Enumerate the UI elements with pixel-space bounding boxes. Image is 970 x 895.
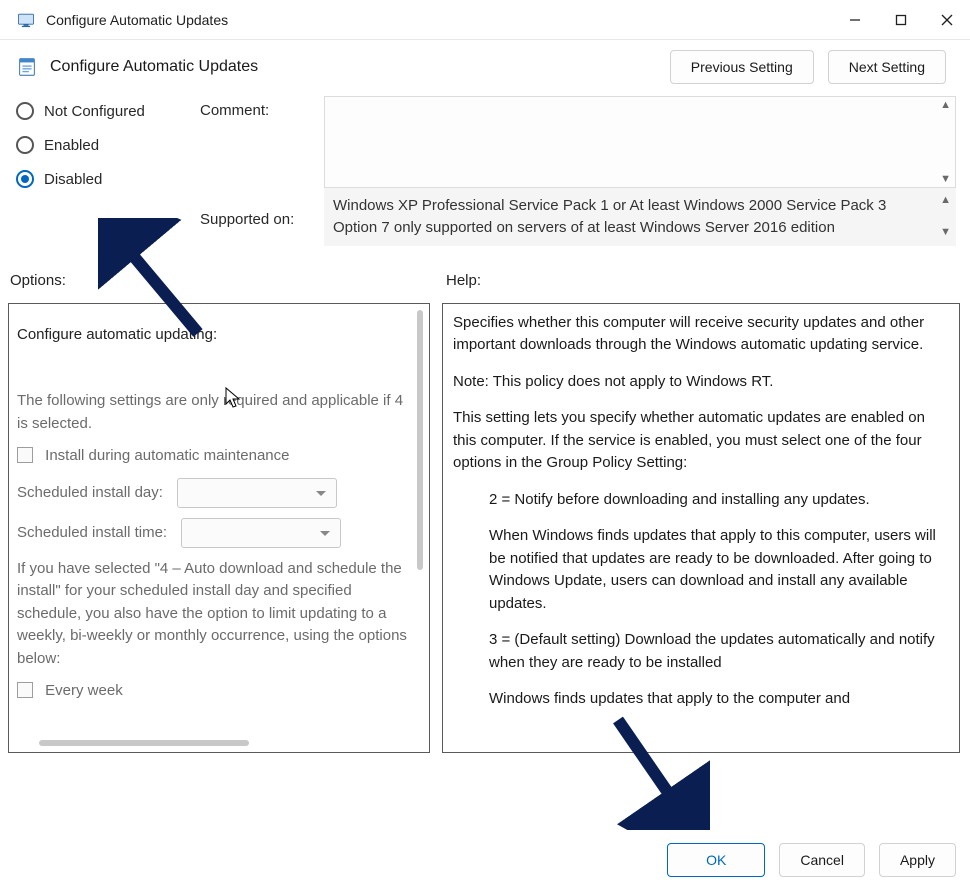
checkbox-label: Install during automatic maintenance <box>45 447 289 464</box>
configure-updating-label: Configure automatic updating: <box>17 324 411 347</box>
apply-button[interactable]: Apply <box>879 843 956 877</box>
help-paragraph: 3 = (Default setting) Download the updat… <box>453 629 937 674</box>
policy-icon <box>16 56 38 78</box>
radio-label: Not Configured <box>44 103 145 120</box>
comment-label: Comment: <box>200 96 320 119</box>
dialog-footer: OK Cancel Apply <box>667 843 956 877</box>
help-paragraph: When Windows finds updates that apply to… <box>453 525 937 615</box>
close-button[interactable] <box>924 0 970 40</box>
radio-icon <box>16 170 34 188</box>
install-during-maintenance-checkbox[interactable]: Install during automatic maintenance <box>17 445 411 468</box>
help-label: Help: <box>446 272 956 289</box>
radio-not-configured[interactable]: Not Configured <box>16 102 196 120</box>
radio-disabled[interactable]: Disabled <box>16 170 196 188</box>
radio-enabled[interactable]: Enabled <box>16 136 196 154</box>
radio-label: Disabled <box>44 171 102 188</box>
minimize-button[interactable] <box>832 0 878 40</box>
radio-label: Enabled <box>44 137 99 154</box>
scheduled-install-time-row: Scheduled install time: <box>17 518 411 548</box>
help-paragraph: Specifies whether this computer will rec… <box>453 312 937 357</box>
scheduled-install-day-row: Scheduled install day: <box>17 478 411 508</box>
schedule-note: If you have selected "4 – Auto download … <box>17 558 411 671</box>
supported-on-value: Windows XP Professional Service Pack 1 o… <box>333 197 886 236</box>
comment-textarea[interactable]: ▲ ▼ <box>324 96 956 188</box>
cancel-button[interactable]: Cancel <box>779 843 865 877</box>
scroll-down-icon[interactable]: ▼ <box>940 225 951 241</box>
scroll-up-icon[interactable]: ▲ <box>940 193 951 209</box>
supported-on-label: Supported on: <box>200 205 320 228</box>
previous-setting-button[interactable]: Previous Setting <box>670 50 814 84</box>
options-label: Options: <box>10 272 446 289</box>
options-vertical-scrollbar[interactable] <box>417 310 423 740</box>
window-title: Configure Automatic Updates <box>46 12 832 28</box>
policy-title: Configure Automatic Updates <box>50 58 658 76</box>
options-required-note: The following settings are only required… <box>17 390 411 435</box>
every-week-checkbox[interactable]: Every week <box>17 680 411 703</box>
options-horizontal-scrollbar[interactable] <box>39 740 379 746</box>
checkbox-label: Every week <box>45 682 123 699</box>
scheduled-day-dropdown[interactable] <box>177 478 337 508</box>
scheduled-time-label: Scheduled install time: <box>17 523 167 540</box>
scrollbar-thumb[interactable] <box>417 310 423 570</box>
next-setting-button[interactable]: Next Setting <box>828 50 946 84</box>
help-paragraph: 2 = Notify before downloading and instal… <box>453 489 937 512</box>
scheduled-time-dropdown[interactable] <box>181 518 341 548</box>
radio-icon <box>16 102 34 120</box>
radio-icon <box>16 136 34 154</box>
scheduled-day-label: Scheduled install day: <box>17 483 163 500</box>
titlebar: Configure Automatic Updates <box>0 0 970 40</box>
options-pane: Configure automatic updating: The follow… <box>8 303 430 753</box>
policy-header: Configure Automatic Updates Previous Set… <box>0 40 970 96</box>
help-pane: Specifies whether this computer will rec… <box>442 303 960 753</box>
checkbox-icon <box>17 447 33 463</box>
help-paragraph: Windows finds updates that apply to the … <box>453 688 937 711</box>
help-paragraph: Note: This policy does not apply to Wind… <box>453 371 937 394</box>
help-paragraph: This setting lets you specify whether au… <box>453 407 937 475</box>
state-radio-group: Not Configured Enabled Disabled <box>16 96 196 188</box>
checkbox-icon <box>17 682 33 698</box>
gpedit-icon <box>16 10 36 30</box>
ok-button[interactable]: OK <box>667 843 765 877</box>
maximize-button[interactable] <box>878 0 924 40</box>
supported-on-text: Windows XP Professional Service Pack 1 o… <box>324 188 956 246</box>
scroll-down-icon[interactable]: ▼ <box>940 173 951 185</box>
scrollbar-thumb[interactable] <box>39 740 249 746</box>
scroll-up-icon[interactable]: ▲ <box>940 99 951 111</box>
